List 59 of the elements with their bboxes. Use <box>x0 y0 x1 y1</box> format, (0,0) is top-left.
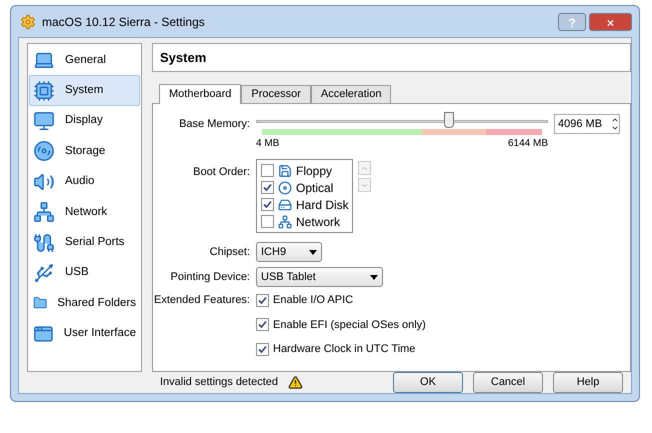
sidebar-item[interactable]: Shared Folders <box>29 288 140 319</box>
sidebar-item[interactable]: Display <box>29 106 140 136</box>
sidebar-item[interactable]: USB <box>29 258 140 288</box>
cable-icon <box>33 232 55 254</box>
floppy-icon <box>278 164 292 178</box>
checkbox-label: Enable EFI (special OSes only) <box>273 318 426 332</box>
min-label: 4 MB <box>256 137 280 151</box>
dialog-button[interactable]: OK <box>393 372 463 393</box>
memory-spinbox[interactable]: 4096 MB <box>554 114 620 134</box>
close-button[interactable]: × <box>589 12 632 30</box>
sidebar-item[interactable]: Audio <box>29 166 140 197</box>
caret-icon <box>370 274 378 280</box>
sidebar-item[interactable]: Network <box>29 196 140 228</box>
checkbox[interactable] <box>256 294 269 307</box>
tab[interactable]: Motherboard <box>159 84 242 104</box>
checkbox-label: Hardware Clock in UTC Time <box>273 342 416 357</box>
checkbox[interactable] <box>261 198 274 211</box>
sidebar-item[interactable]: System <box>29 75 140 106</box>
boot-item[interactable]: Hard Disk <box>259 196 350 213</box>
dialog-button[interactable]: Help <box>553 372 623 393</box>
field-label: Pointing Device: <box>170 270 251 285</box>
tab[interactable]: Acceleration <box>310 85 392 103</box>
checkbox[interactable] <box>261 164 274 177</box>
checkbox[interactable] <box>256 318 269 332</box>
status-text: Invalid settings detected <box>160 375 278 390</box>
field-label: Extended Features: <box>153 293 251 308</box>
disc-icon <box>33 140 55 162</box>
checkbox[interactable] <box>261 181 274 194</box>
window-title: macOS 10.12 Sierra - Settings <box>42 14 205 30</box>
max-label: 6144 MB <box>508 137 548 151</box>
gear-icon <box>20 14 36 30</box>
tab[interactable]: Processor <box>241 85 311 103</box>
chipset-dropdown[interactable]: ICH9 <box>256 242 322 262</box>
field-label: Base Memory: <box>178 117 251 132</box>
pointing-device-dropdown[interactable]: USB Tablet <box>256 267 383 287</box>
boot-item[interactable]: Floppy <box>259 162 350 179</box>
monitor-icon <box>33 110 55 132</box>
field-label: Chipset: <box>208 244 251 260</box>
network-icon <box>278 214 292 228</box>
sidebar-item[interactable]: Serial Ports <box>29 227 140 258</box>
boot-item[interactable]: Network <box>259 213 350 230</box>
network-icon <box>33 201 55 224</box>
field-label: Boot Order: <box>192 165 251 180</box>
sidebar-item[interactable]: Storage <box>29 136 140 167</box>
disc-icon <box>278 180 292 194</box>
page-title: System <box>160 48 206 67</box>
checkbox[interactable] <box>261 215 274 228</box>
usb-icon <box>33 262 55 284</box>
boot-item[interactable]: Optical <box>259 179 350 196</box>
warning-icon[interactable] <box>288 375 304 390</box>
chip-icon <box>33 80 55 102</box>
sidebar-item[interactable]: General <box>29 45 140 76</box>
caret-icon <box>309 250 317 254</box>
slider-thumb[interactable] <box>444 112 454 128</box>
sidebar-item[interactable]: User Interface <box>29 318 140 349</box>
checkbox[interactable] <box>256 342 269 356</box>
slider-track[interactable] <box>256 114 548 128</box>
dialog-button[interactable]: Cancel <box>473 372 543 393</box>
checkbox-label: Enable I/O APIC <box>273 293 354 308</box>
